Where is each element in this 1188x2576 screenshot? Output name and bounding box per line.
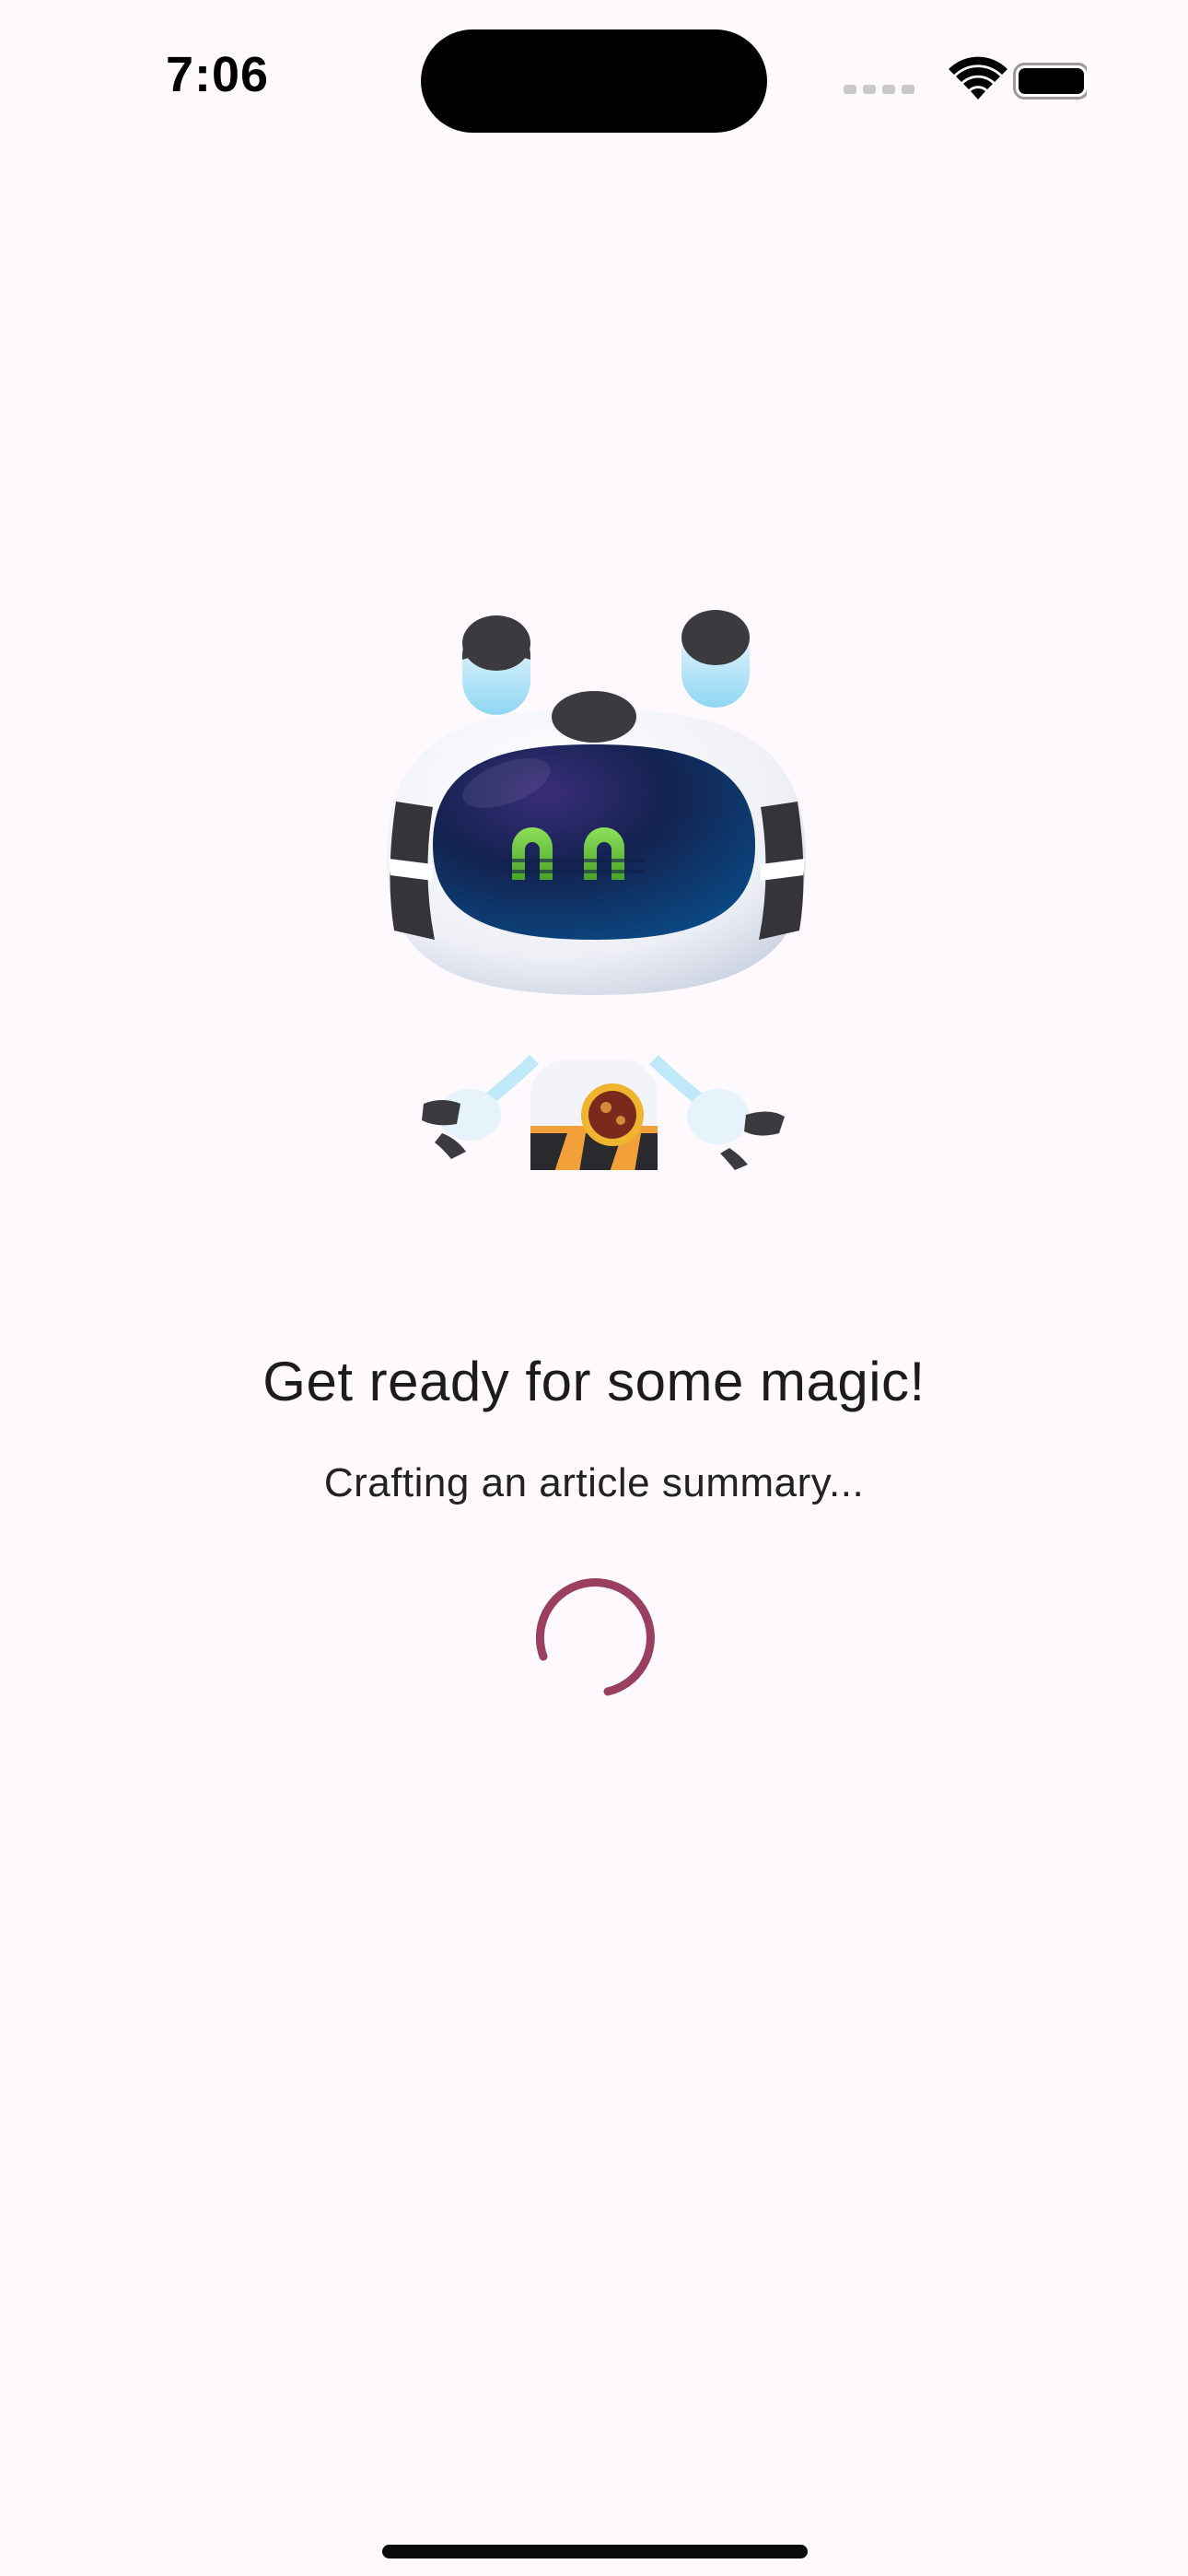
dynamic-island — [421, 29, 767, 133]
home-indicator[interactable] — [382, 2545, 808, 2558]
loading-headline: Get ready for some magic! — [262, 1351, 926, 1412]
head — [387, 691, 806, 995]
left-arm — [422, 1055, 539, 1159]
left-ear — [462, 615, 530, 715]
right-ear — [681, 610, 750, 708]
body — [530, 1060, 658, 1170]
status-icons — [844, 56, 1087, 100]
loading-subtext: Crafting an article summary... — [323, 1460, 865, 1505]
battery-icon — [1013, 63, 1087, 100]
cellular-signal-icon — [844, 85, 914, 94]
right-arm — [649, 1055, 785, 1170]
loading-spinner — [535, 1578, 655, 1696]
wifi-icon — [949, 56, 1007, 100]
robot-mascot-illustration — [387, 610, 806, 1170]
status-time: 7:06 — [166, 47, 270, 102]
